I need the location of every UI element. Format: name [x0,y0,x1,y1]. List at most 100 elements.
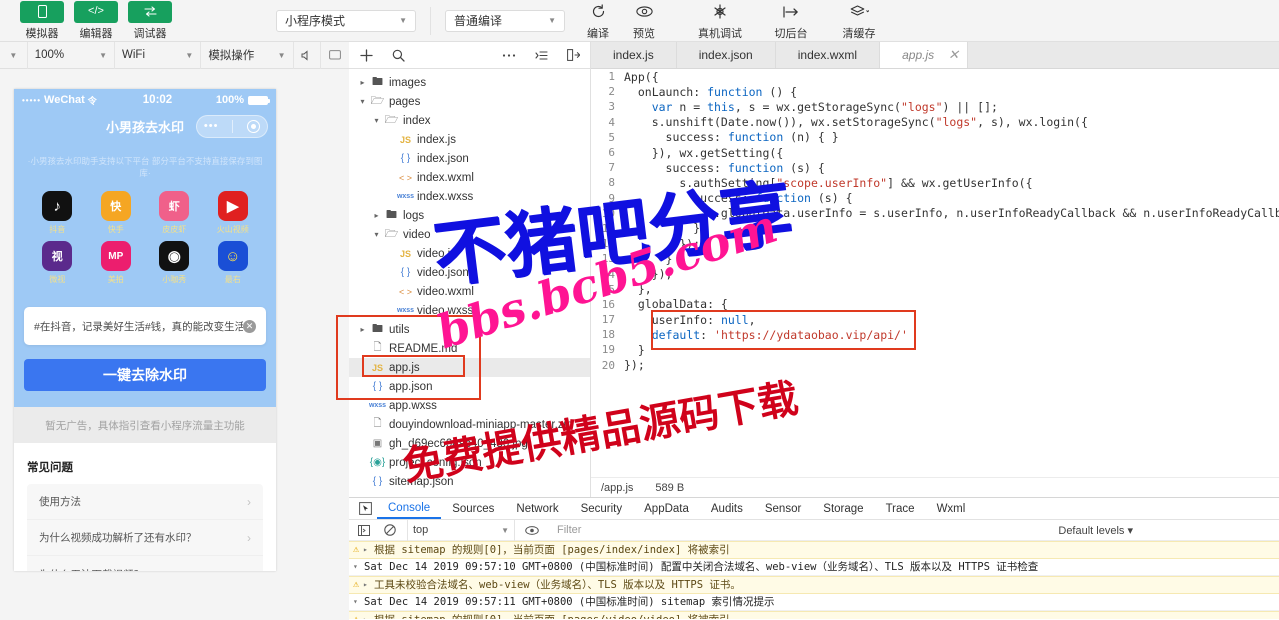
console-filter-input[interactable]: Filter [549,524,1050,536]
code-line[interactable]: 11 } [591,221,1279,236]
file-tree-item-project-config-json[interactable]: {◉} project.config.json [349,453,590,472]
device-select-collapse[interactable]: ▼ [0,41,28,69]
simulator-toggle-button[interactable]: 模拟器 [20,0,64,41]
add-file-icon[interactable] [357,46,375,64]
chevron-right-icon[interactable]: ▸ [371,211,382,220]
code-line[interactable]: 1 App({ [591,69,1279,84]
devtools-tab-sources[interactable]: Sources [441,498,505,519]
search-icon[interactable] [389,46,407,64]
file-tree-item-app-wxss[interactable]: wxss app.wxss [349,396,590,415]
chevron-down-icon[interactable]: ▾ [371,116,382,125]
code-line[interactable]: 8 s.authSetting["scope.userInfo"] && wx.… [591,175,1279,190]
link-input[interactable]: #在抖音，记录美好生活#钱，真的能改变生活 ✕ [24,307,266,345]
code-line[interactable]: 7 success: function (s) { [591,160,1279,175]
devtools-tab-storage[interactable]: Storage [812,498,874,519]
simulate-action-select[interactable]: 模拟操作 ▼ [201,41,294,69]
console-sidebar-icon[interactable] [355,521,373,539]
file-tree-item-video-wxss[interactable]: wxss video.wxss [349,301,590,320]
code-line[interactable]: 17 userInfo: null, [591,312,1279,327]
toggle-panel-icon[interactable] [564,46,582,64]
editor-toggle-button[interactable]: </> 编辑器 [74,0,118,41]
devtools-tab-wxml[interactable]: Wxml [926,498,977,519]
more-options-icon[interactable] [500,46,518,64]
console-warning-row[interactable]: ⚠ ▸根据 sitemap 的规则[0]，当前页面 [pages/video/vi… [349,611,1279,619]
file-tree-item-index-wxss[interactable]: wxss index.wxss [349,187,590,206]
chevron-right-icon[interactable]: ▸ [357,325,368,334]
background-button[interactable]: 切后台 [765,1,817,41]
platform-item[interactable]: 快快手 [87,191,146,235]
clear-console-icon[interactable] [381,521,399,539]
tab-app-js[interactable]: app.js ✕ [880,42,969,68]
code-line[interactable]: 6 }), wx.getSetting({ [591,145,1279,160]
console-log-list[interactable]: ⚠ ▸ 根据 sitemap 的规则[0]，当前页面 [pages/index/in… [349,541,1279,619]
file-tree-item-index[interactable]: ▾ 🗁 index [349,111,590,130]
zoom-select[interactable]: 100% ▼ [28,41,116,69]
console-group-row[interactable]: ▾ Sat Dec 14 2019 09:57:11 GMT+0800 (中国标准… [349,594,1279,611]
faq-item[interactable]: 为什么视频成功解析了还有水印？ › [27,520,263,556]
platform-item[interactable]: MP 美拍 [87,241,146,285]
code-line[interactable]: 9 success: function (s) { [591,191,1279,206]
file-tree-item-video[interactable]: ▾ 🗁 video [349,225,590,244]
devtools-tab-network[interactable]: Network [505,498,569,519]
console-group-row[interactable]: ▾ Sat Dec 14 2019 09:57:10 GMT+0800 (中国标准… [349,559,1279,576]
code-line[interactable]: 16 globalData: { [591,297,1279,312]
code-line[interactable]: 3 var n = this, s = wx.getStorageSync("l… [591,99,1279,114]
chevron-right-icon[interactable]: ▸ [363,615,374,619]
platform-item[interactable]: ▶ 火山视频 [204,191,263,235]
file-tree-item-index-json[interactable]: { } index.json [349,149,590,168]
file-tree-item-gh-d69ec60a9c40-430-jpg[interactable]: ▣ gh_d69ec60a9c40_430.jpg [349,434,590,453]
file-tree-item-pages[interactable]: ▾ 🗁 pages [349,92,590,111]
platform-item[interactable]: ◉ 小咖秀 [145,241,204,285]
faq-item[interactable]: 为什么无法下载视频？ › [27,556,263,571]
devtools-tab-console[interactable]: Console [377,498,442,519]
console-eye-icon[interactable] [523,521,541,539]
console-warning-row[interactable]: ⚠ ▸ 根据 sitemap 的规则[0]，当前页面 [pages/index/in… [349,541,1279,559]
code-line[interactable]: 15 }, [591,282,1279,297]
file-tree-item-images[interactable]: ▸ 🖿 images [349,73,590,92]
file-tree-item-video-json[interactable]: { } video.json [349,263,590,282]
platform-item[interactable]: 虾皮皮虾 [145,191,204,235]
chevron-right-icon[interactable]: ▸ [363,545,374,554]
devtools-tab-audits[interactable]: Audits [700,498,754,519]
close-icon[interactable]: ✕ [948,47,959,63]
code-editor[interactable]: 1 App({2 onLaunch: function () {3 var n =… [591,69,1279,477]
log-levels-select[interactable]: Default levels ▾ [1058,524,1273,537]
mode-select[interactable]: 小程序模式 ▼ [276,9,416,32]
file-tree[interactable]: ▸ 🖿 images ▾ 🗁 pages ▾ 🗁 index JS index.js{ } index… [349,69,591,497]
capsule-menu[interactable]: ••• [196,115,268,138]
faq-item[interactable]: 使用方法 › [27,484,263,520]
file-tree-item-readme-md[interactable]: 🗋 README.md [349,339,590,358]
real-device-debug-button[interactable]: 真机调试 [691,1,749,41]
console-warning-row[interactable]: ⚠ ▸ 工具未校验合法域名、web-view（业务域名）、TLS 版本以及 HTTP… [349,576,1279,594]
file-tree-item-logs[interactable]: ▸ 🖿 logs [349,206,590,225]
code-line[interactable]: 14 }); [591,266,1279,281]
chevron-right-icon[interactable]: ▸ [363,580,374,589]
execution-context-select[interactable]: top ▼ [407,519,515,541]
file-tree-item-utils[interactable]: ▸ 🖿 utils [349,320,590,339]
platform-item[interactable]: 视微视 [28,241,87,285]
remove-watermark-button[interactable]: 一键去除水印 [24,359,266,391]
screenshot-button[interactable] [321,42,349,69]
code-line[interactable]: 10 n.globalData.userInfo = s.userInfo, n… [591,206,1279,221]
file-tree-item-video-wxml[interactable]: < > video.wxml [349,282,590,301]
tab-index-js[interactable]: index.js [591,42,677,68]
mute-button[interactable] [294,41,322,69]
code-line[interactable]: 4 s.unshift(Date.now()), wx.setStorageSy… [591,115,1279,130]
clear-icon[interactable]: ✕ [243,319,256,333]
chevron-down-icon[interactable]: ▾ [371,230,382,239]
file-tree-item-sitemap-json[interactable]: { } sitemap.json [349,472,590,491]
file-tree-item-index-js[interactable]: JS index.js [349,130,590,149]
code-line[interactable]: 12 }); [591,236,1279,251]
code-line[interactable]: 18 default: 'https://ydataobao.vip/api/' [591,327,1279,342]
file-tree-item-video-js[interactable]: JS video.js [349,244,590,263]
file-tree-item-index-wxml[interactable]: < > index.wxml [349,168,590,187]
file-tree-item-app-js[interactable]: JS app.js [349,358,590,377]
preview-button[interactable]: 预览 [621,1,667,41]
close-circle-icon[interactable] [247,120,261,133]
compile-select[interactable]: 普通编译 ▼ [445,9,565,32]
code-line[interactable]: 20}); [591,358,1279,373]
devtools-tab-trace[interactable]: Trace [875,498,926,519]
compile-button[interactable]: 编译 [575,1,621,41]
code-line[interactable]: 13 } [591,251,1279,266]
chevron-right-icon[interactable]: ▸ [357,78,368,87]
